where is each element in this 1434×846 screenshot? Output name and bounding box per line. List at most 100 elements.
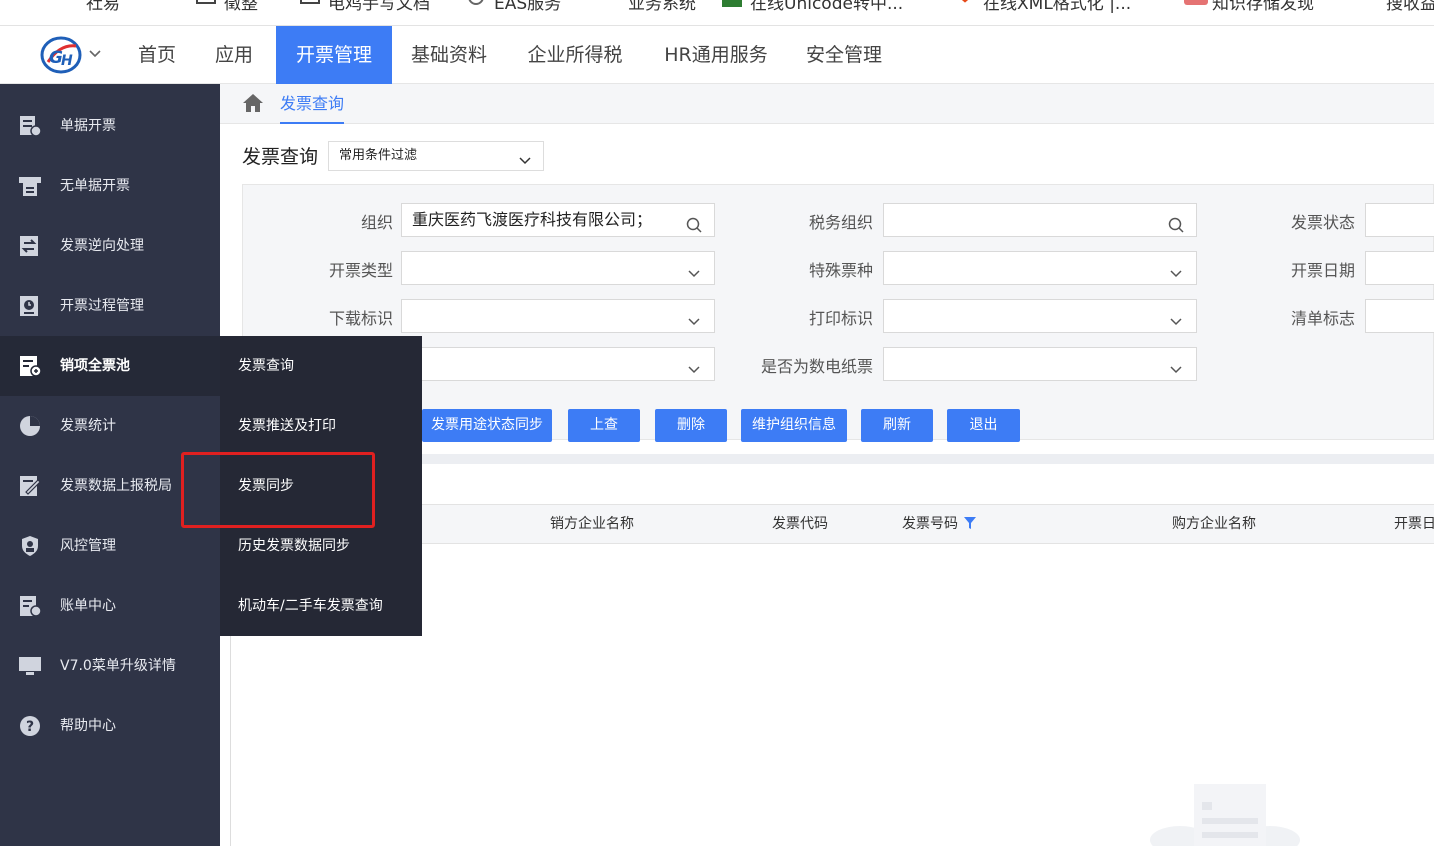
home-icon[interactable]: [242, 93, 264, 113]
nav-hr-services[interactable]: HR通用服务: [648, 26, 784, 84]
special-type-select[interactable]: [883, 251, 1197, 285]
document-check-icon: [18, 115, 42, 137]
tax-org-label: 税务组织: [808, 213, 873, 232]
exit-button[interactable]: 退出: [947, 409, 1020, 442]
invoice-status-label: 发票状态: [1290, 213, 1355, 232]
bookmarks-bar: 社易 徵整 电鸡手写文档 EAS服务 业务系统 在线Unicode转中... 在…: [0, 0, 1434, 26]
breadcrumb: 发票查询: [220, 84, 1434, 124]
bookmark-item[interactable]: 电鸡手写文档: [300, 0, 430, 14]
chevron-down-icon: [1168, 260, 1184, 278]
issue-type-label: 开票类型: [328, 261, 393, 280]
list-flag-field[interactable]: [1365, 299, 1434, 333]
bookmark-item[interactable]: 业务系统: [600, 0, 696, 14]
nav-basic-data[interactable]: 基础资料: [396, 26, 502, 84]
column-invoice-code[interactable]: 发票代码: [772, 505, 828, 543]
refresh-button[interactable]: 刷新: [861, 409, 933, 442]
nav-invoice-management[interactable]: 开票管理: [276, 26, 392, 84]
list-flag-label: 清单标志: [1290, 309, 1355, 328]
bookmark-item[interactable]: EAS服务: [466, 0, 561, 14]
sidebar-item-help-center[interactable]: ? 帮助中心: [0, 696, 220, 756]
bookmark-item[interactable]: 在线Unicode转中...: [722, 0, 903, 14]
swap-icon: [18, 235, 42, 257]
issue-date-label: 开票日期: [1290, 261, 1355, 280]
issue-type-select[interactable]: [401, 251, 715, 285]
top-navigation: G H 首页 应用 开票管理 基础资料 企业所得税 HR通用服务 安全管理: [0, 26, 1434, 84]
page-title: 发票查询: [242, 146, 319, 168]
column-seller-name[interactable]: 销方企业名称: [550, 505, 634, 543]
help-icon: ?: [18, 715, 42, 737]
bookmark-item[interactable]: 徵整: [196, 0, 258, 14]
sidebar-item-billing-center[interactable]: 账单中心: [0, 576, 220, 636]
xml-icon: [955, 0, 975, 9]
edit-doc-icon: [18, 475, 42, 497]
issue-date-field[interactable]: [1365, 251, 1434, 285]
sidebar-item-process-management[interactable]: 开票过程管理: [0, 276, 220, 336]
org-label: 组织: [360, 213, 393, 232]
nav-home[interactable]: 首页: [120, 26, 194, 84]
sidebar-item-invoice-statistics[interactable]: 发票统计: [0, 396, 220, 456]
print-flag-select[interactable]: [883, 299, 1197, 333]
bookmark-item[interactable]: 搜收益: [1358, 0, 1434, 14]
usage-status-sync-button[interactable]: 发票用途状态同步: [422, 409, 552, 442]
chevron-down-icon: [1168, 356, 1184, 374]
submenu-vehicle-invoice-query[interactable]: 机动车/二手车发票查询: [238, 576, 418, 636]
bill-icon: [18, 595, 42, 617]
empty-state-illustration: [1150, 782, 1300, 846]
sidebar-item-v7-upgrade[interactable]: V7.0菜单升级详情: [0, 636, 220, 696]
sidebar-item-sales-invoice-pool[interactable]: 销项全票池: [0, 336, 220, 396]
chevron-down-icon: [686, 356, 702, 374]
pie-chart-icon: [18, 415, 42, 437]
chevron-down-icon: [1168, 308, 1184, 326]
breadcrumb-current-tab[interactable]: 发票查询: [280, 84, 345, 124]
chevron-down-icon: [686, 308, 702, 326]
nav-apps[interactable]: 应用: [196, 26, 272, 84]
svg-text:?: ?: [26, 719, 34, 735]
column-issue-date[interactable]: 开票日: [1394, 505, 1434, 543]
red-badge-icon: [1184, 0, 1208, 9]
company-logo[interactable]: G H: [40, 36, 82, 74]
shield-person-icon: [18, 535, 42, 557]
special-type-label: 特殊票种: [808, 261, 873, 280]
digital-paper-label: 是否为数电纸票: [760, 357, 873, 376]
column-invoice-number[interactable]: 发票号码: [902, 505, 976, 543]
sidebar-item-reverse-processing[interactable]: 发票逆向处理: [0, 216, 220, 276]
download-flag-label: 下载标识: [328, 309, 393, 328]
nav-security-management[interactable]: 安全管理: [790, 26, 898, 84]
tax-org-field[interactable]: [883, 203, 1197, 237]
chevron-down-icon[interactable]: [88, 46, 102, 60]
digital-paper-select[interactable]: [883, 347, 1197, 381]
chevron-down-icon: [519, 150, 531, 165]
submenu-push-and-print[interactable]: 发票推送及打印: [238, 396, 418, 456]
grid-icon: [28, 0, 48, 9]
bookmark-dot-icon: [600, 0, 620, 9]
highlight-box: [181, 452, 375, 528]
green-square-icon: [722, 0, 744, 9]
delete-button[interactable]: 删除: [655, 409, 727, 442]
filter-icon[interactable]: [964, 506, 976, 529]
monitor-icon: [18, 655, 42, 677]
maintain-org-button[interactable]: 维护组织信息: [741, 409, 847, 442]
org-field[interactable]: 重庆医药飞渡医疗科技有限公司；: [401, 203, 715, 237]
content-border: [230, 636, 231, 846]
sidebar-item-document-invoicing[interactable]: 单据开票: [0, 96, 220, 156]
invoice-status-field[interactable]: [1365, 203, 1434, 237]
folder-icon: [196, 0, 216, 9]
bookmark-item[interactable]: 知识存储发现: [1184, 0, 1314, 14]
folder-icon: [300, 0, 320, 9]
column-buyer-name[interactable]: 购方企业名称: [1172, 505, 1256, 543]
filter-preset-select[interactable]: 常用条件过滤: [328, 141, 544, 171]
nav-corporate-income-tax[interactable]: 企业所得税: [508, 26, 642, 84]
hidden-filter-select[interactable]: [401, 347, 715, 381]
clock-doc-icon: [18, 295, 42, 317]
submenu-invoice-query[interactable]: 发票查询: [238, 336, 418, 396]
search-icon[interactable]: [686, 212, 702, 233]
bookmark-item[interactable]: 社易: [28, 0, 120, 14]
chevron-down-icon: [686, 260, 702, 278]
print-flag-label: 打印标识: [808, 309, 873, 328]
svg-text:H: H: [61, 53, 73, 69]
download-flag-select[interactable]: [401, 299, 715, 333]
search-icon[interactable]: [1168, 212, 1184, 233]
bookmark-item[interactable]: 在线XML格式化 |...: [955, 0, 1131, 14]
lookup-button[interactable]: 上查: [568, 409, 640, 442]
sidebar-item-no-document-invoicing[interactable]: 无单据开票: [0, 156, 220, 216]
